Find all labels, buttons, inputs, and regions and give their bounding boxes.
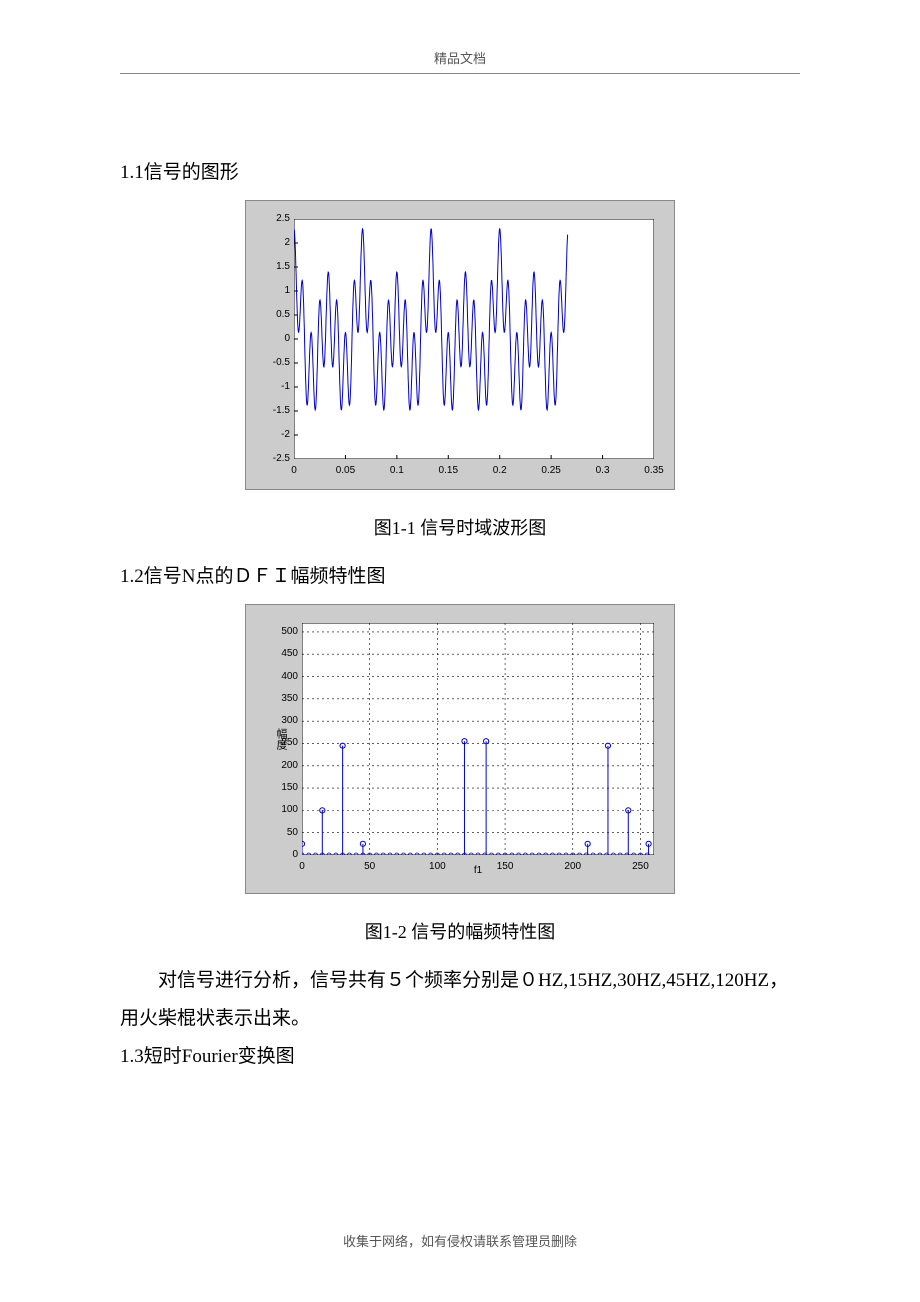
ytick-label: 350 [281, 689, 302, 709]
xtick-label: 0 [291, 459, 297, 481]
ytick-label: 50 [287, 823, 302, 843]
xtick-label: 0 [299, 855, 305, 877]
xtick-label: 0.25 [541, 459, 560, 481]
ytick-label: 1 [284, 281, 294, 301]
caption-1-2: 图1-2 信号的幅频特性图 [120, 914, 800, 950]
page-header: 精品文档 [0, 0, 920, 67]
xtick-label: 200 [564, 855, 581, 877]
ytick-label: 0.5 [276, 305, 294, 325]
waveform-plot [294, 219, 654, 459]
xtick-label: 100 [429, 855, 446, 877]
xtick-label: 50 [364, 855, 375, 877]
ytick-label: 100 [281, 800, 302, 820]
xtick-label: 0.2 [493, 459, 507, 481]
ytick-label: -0.5 [273, 353, 294, 373]
ytick-label: 400 [281, 667, 302, 687]
xtick-label: 250 [632, 855, 649, 877]
ytick-label: 300 [281, 711, 302, 731]
xtick-label: 0.1 [390, 459, 404, 481]
ytick-label: 450 [281, 644, 302, 664]
heading-1-2: 1.2信号N点的ＤＦＩ幅频特性图 [120, 558, 800, 596]
figure-1-1: -2.5-2-1.5-1-0.500.511.522.500.050.10.15… [120, 200, 800, 504]
ytick-label: -1 [281, 377, 294, 397]
xtick-label: 0.05 [336, 459, 355, 481]
heading-1-1: 1.1信号的图形 [120, 154, 800, 192]
ytick-label: 2 [284, 233, 294, 253]
figure-1-2: 幅度 f1 0501001502002503003504004505000501… [120, 604, 800, 908]
xlabel-2: f1 [474, 861, 482, 881]
ytick-label: 500 [281, 622, 302, 642]
page-content: 1.1信号的图形 -2.5-2-1.5-1-0.500.511.522.500.… [120, 74, 800, 1076]
page-footer: 收集于网络，如有侵权请联系管理员删除 [0, 1231, 920, 1250]
xtick-label: 0.15 [439, 459, 458, 481]
ytick-label: -1.5 [273, 401, 294, 421]
spectrum-plot [302, 623, 654, 855]
ytick-label: 250 [281, 733, 302, 753]
ytick-label: -2 [281, 425, 294, 445]
ytick-label: 2.5 [276, 209, 294, 229]
xtick-label: 150 [497, 855, 514, 877]
analysis-paragraph: 对信号进行分析，信号共有５个频率分别是０HZ,15HZ,30HZ,45HZ,12… [120, 962, 800, 1038]
ytick-label: 0 [284, 329, 294, 349]
ytick-label: 150 [281, 778, 302, 798]
caption-1-1: 图1-1 信号时域波形图 [120, 510, 800, 546]
ytick-label: 1.5 [276, 257, 294, 277]
xtick-label: 0.35 [644, 459, 663, 481]
ytick-label: 200 [281, 756, 302, 776]
heading-1-3: 1.3短时Fourier变换图 [120, 1038, 800, 1076]
xtick-label: 0.3 [596, 459, 610, 481]
